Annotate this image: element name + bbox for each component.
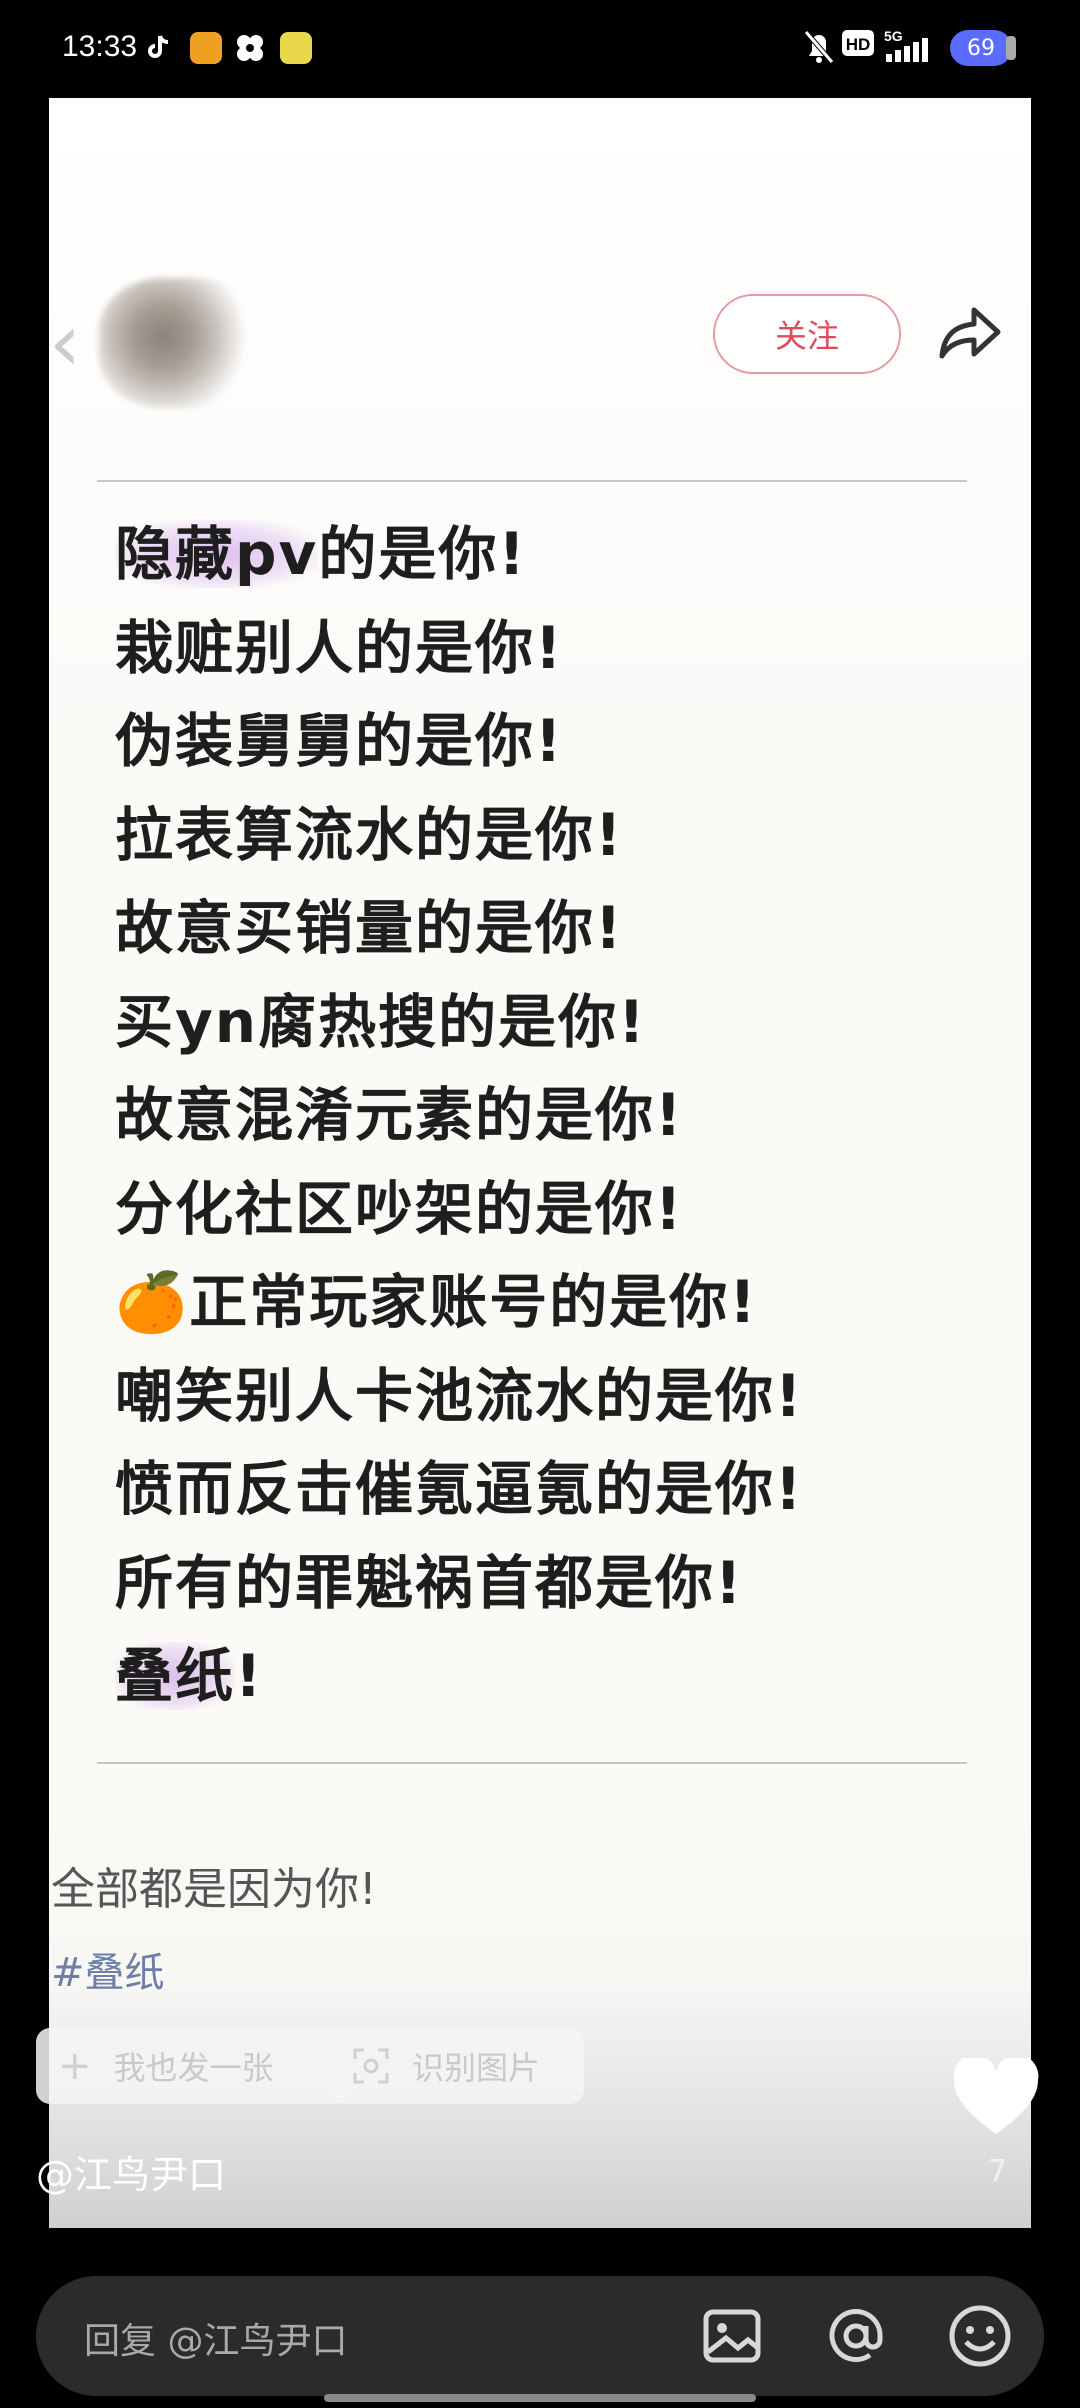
5g-signal-icon: 5G: [884, 28, 928, 62]
at-icon[interactable]: [822, 2302, 890, 2370]
reply-input[interactable]: 回复 @江鸟尹口: [84, 2312, 347, 2364]
battery-indicator: 69: [950, 30, 1012, 66]
poem-text: 隐藏pv的是你! 栽赃别人的是你! 伪装舅舅的是你! 拉表算流水的是你! 故意买…: [115, 508, 995, 1724]
plus-icon: +: [58, 2043, 92, 2089]
poem-line: 拉表算流水的是你!: [115, 800, 624, 869]
tiktok-icon: [148, 35, 169, 58]
home-indicator[interactable]: [324, 2394, 756, 2402]
poem-line: 愤而反击催氪逼氪的是你!: [115, 1455, 804, 1523]
image-icon[interactable]: [698, 2302, 766, 2370]
poem-line: 分化社区吵架的是你!: [115, 1174, 684, 1243]
divider-bottom: [97, 1762, 967, 1764]
chevron-left-icon: ‹: [49, 296, 81, 389]
post-caption: 全部都是因为你!: [51, 1864, 377, 1915]
app-orange-icon: [190, 32, 222, 64]
poem-line: 嘲笑别人卡池流水的是你!: [115, 1361, 804, 1430]
avatar[interactable]: [99, 278, 259, 408]
poem-line: 故意买销量的是你!: [115, 894, 624, 962]
status-bar: 13:33 HD 5G 69: [0, 0, 1080, 98]
post-similar-button[interactable]: + 我也发一张: [36, 2028, 350, 2104]
poem-line: 买yn腐热搜的是你!: [115, 987, 647, 1056]
hd-icon: HD: [842, 30, 874, 56]
like-count: 7: [988, 2154, 1008, 2189]
poem-line: 故意混淆元素的是你!: [115, 1081, 684, 1149]
poem-line: 🍊正常玩家账号的是你!: [115, 1268, 758, 1336]
author-handle[interactable]: @江鸟尹口: [36, 2144, 226, 2199]
poem-line: 隐藏pv的是你!: [115, 520, 527, 588]
battery-cap: [1006, 36, 1016, 60]
status-time: 13:33: [62, 30, 138, 63]
share-icon[interactable]: [934, 296, 1006, 368]
divider-top: [97, 480, 967, 482]
heart-icon[interactable]: [952, 2058, 1040, 2138]
bell-muted-icon: [804, 30, 834, 64]
emoji-icon[interactable]: [946, 2302, 1014, 2370]
scan-icon: [353, 2048, 389, 2084]
recognize-image-button[interactable]: 识别图片: [330, 2028, 584, 2104]
post-image[interactable]: ‹ 关注 隐藏pv的是你! 栽赃别人的是你! 伪装舅舅的是你! 拉表算流水的是你…: [49, 98, 1031, 2228]
follow-button[interactable]: 关注: [713, 294, 901, 374]
poem-line: 栽赃别人的是你!: [115, 613, 564, 682]
app-green-icon: [280, 32, 312, 64]
poem-line: 所有的罪魁祸首都是你!: [115, 1548, 744, 1617]
svg-text:HD: HD: [846, 35, 871, 54]
svg-text:5G: 5G: [884, 28, 903, 44]
poem-line: 叠纸!: [115, 1642, 264, 1710]
reply-bar: 回复 @江鸟尹口: [36, 2276, 1044, 2396]
app-pinwheel-icon: [237, 35, 263, 61]
poem-line: 伪装舅舅的是你!: [115, 707, 564, 775]
